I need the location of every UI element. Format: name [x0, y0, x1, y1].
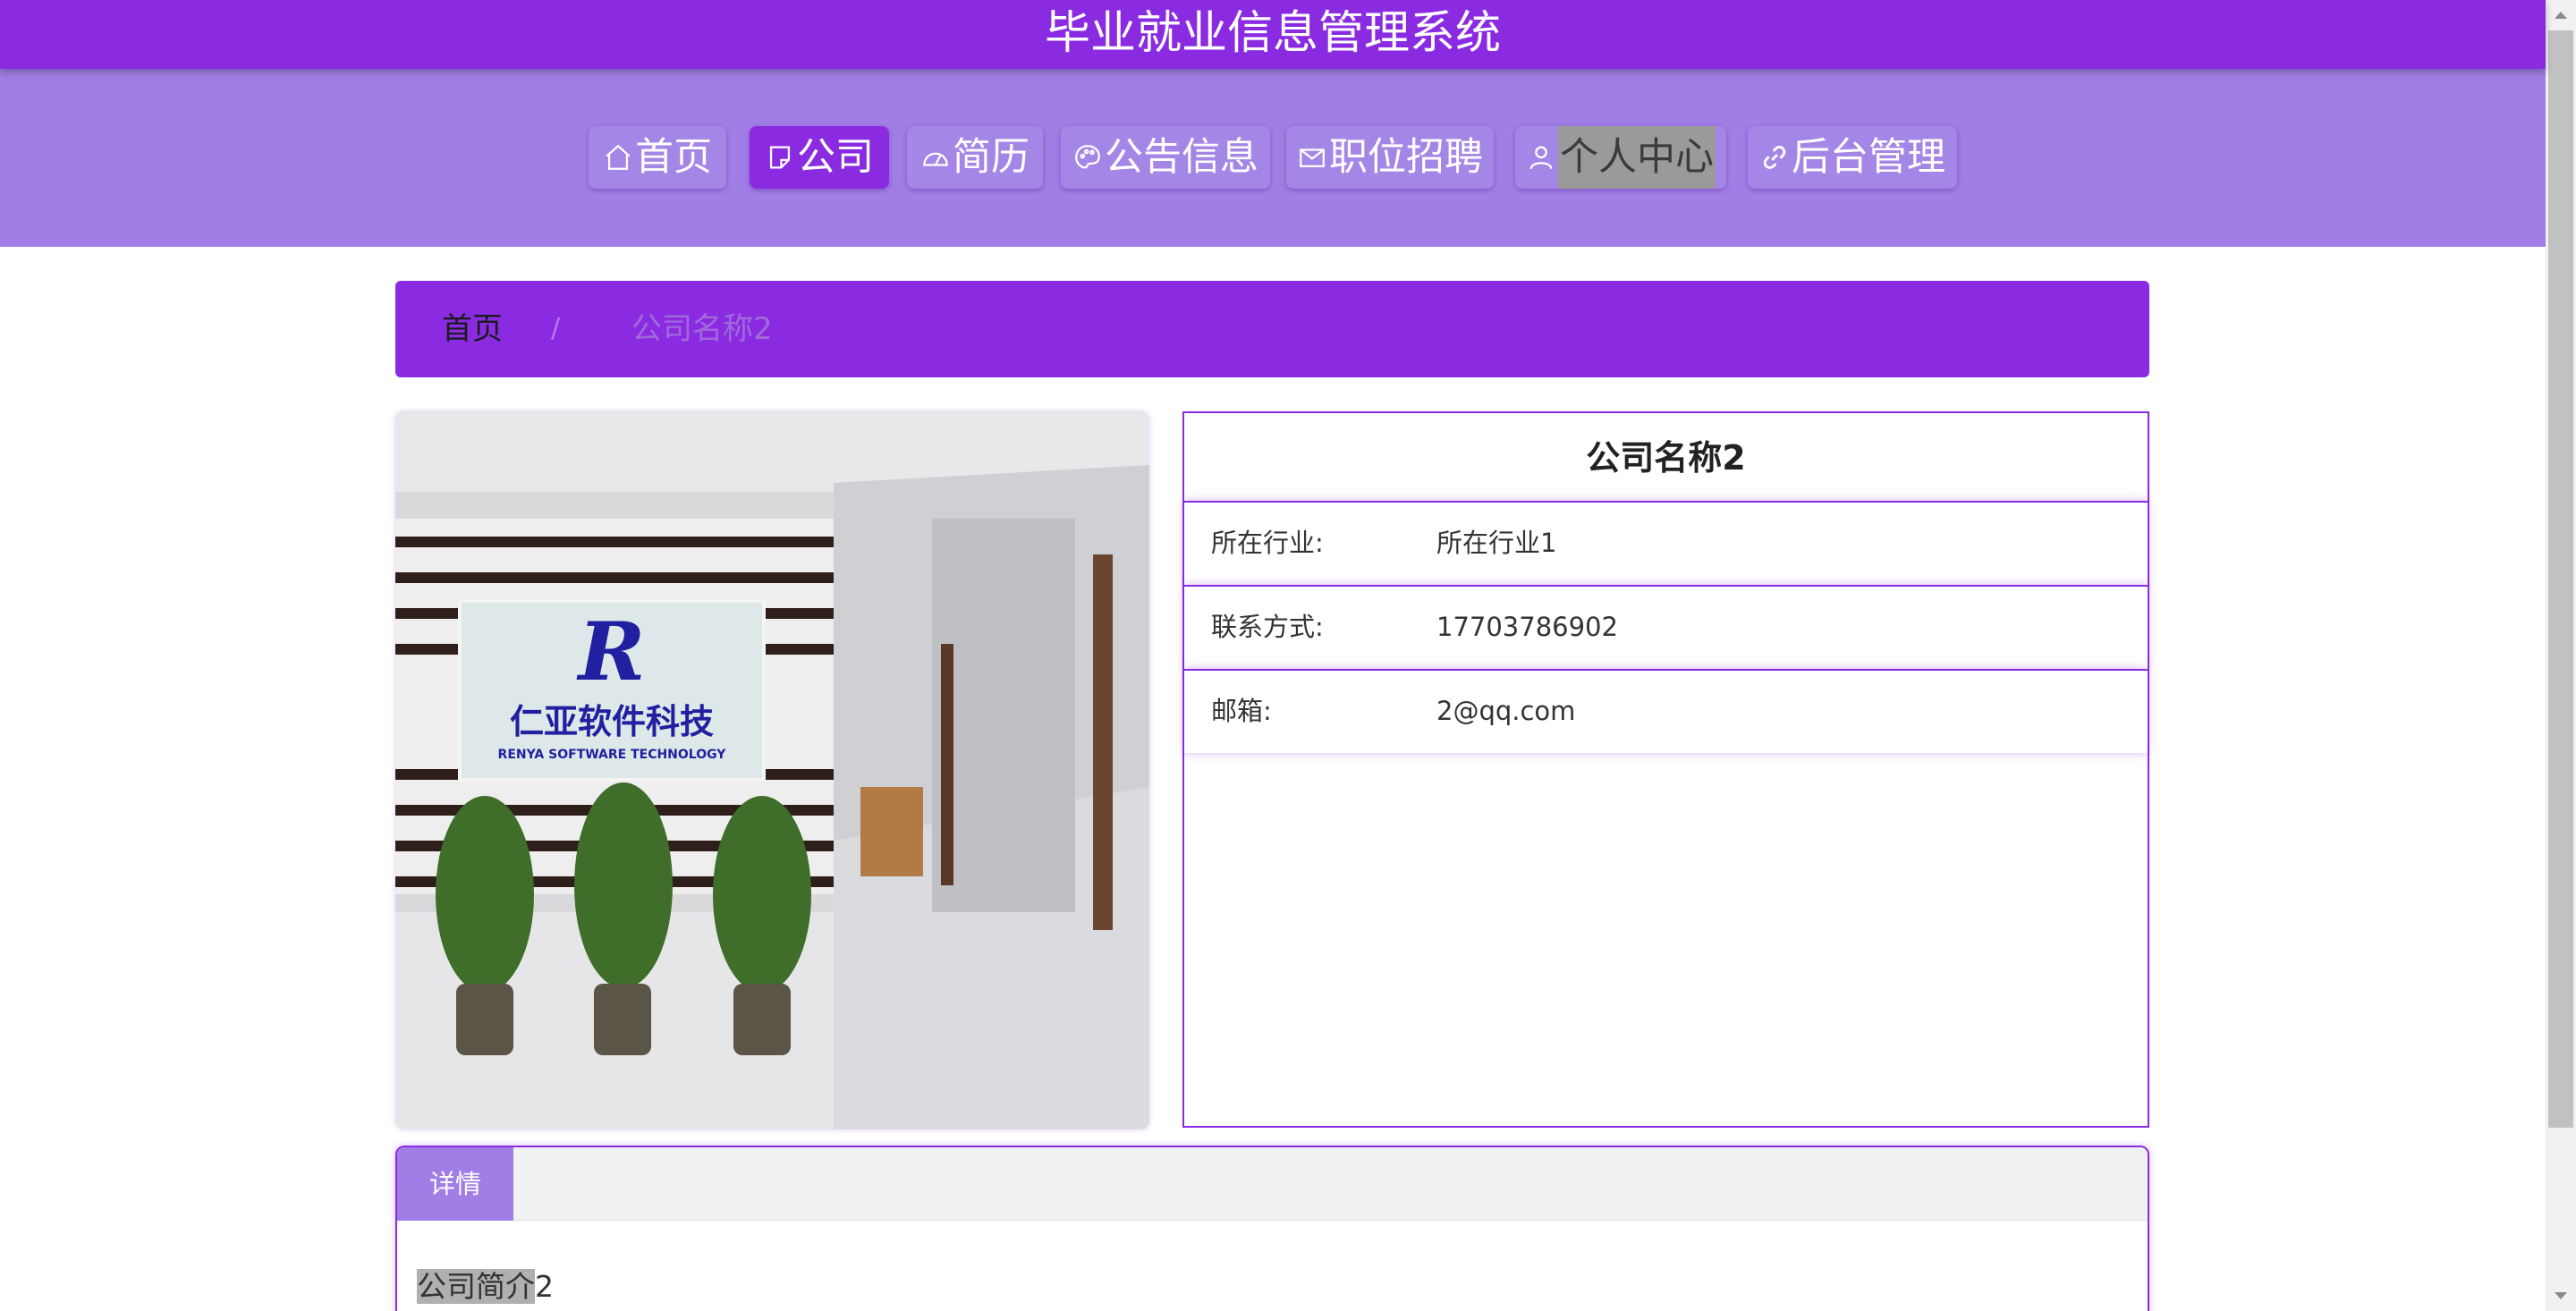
company-intro: 公司简介2 [417, 1269, 554, 1305]
info-value: 2@qq.com [1436, 696, 1576, 726]
scroll-thumb[interactable] [2548, 30, 2573, 1128]
nav-item-profile[interactable]: 个人中心 [1515, 126, 1726, 189]
info-label: 邮箱: [1211, 696, 1272, 726]
breadcrumb: 首页 / 公司名称2 [395, 281, 2149, 377]
breadcrumb-current: 公司名称2 [631, 311, 773, 347]
tab-bar: 详情 [397, 1147, 2148, 1221]
breadcrumb-home-link[interactable]: 首页 [442, 311, 503, 347]
nav-item-resume[interactable]: 简历 [907, 126, 1043, 189]
info-value: 所在行业1 [1436, 528, 1557, 558]
info-row-email: 邮箱: 2@qq.com [1184, 669, 2148, 753]
company-photo: R 仁亚软件科技 RENYA SOFTWARE TECHNOLOGY [395, 411, 1149, 1129]
link-icon [1759, 142, 1790, 173]
info-value: 17703786902 [1436, 612, 1618, 642]
nav-item-home[interactable]: 首页 [589, 126, 726, 189]
nav-item-admin[interactable]: 后台管理 [1748, 126, 1957, 189]
intro-selected-text: 公司简介 [417, 1269, 535, 1304]
home-icon [603, 142, 633, 173]
logo-subtext: RENYA SOFTWARE TECHNOLOGY [498, 748, 727, 762]
company-info-panel: 公司名称2 所在行业: 所在行业1 联系方式: 17703786902 邮箱: … [1182, 411, 2149, 1128]
nav-item-label: 个人中心 [1558, 126, 1716, 189]
document-icon [765, 142, 795, 173]
breadcrumb-separator: / [551, 313, 561, 344]
info-row-contact: 联系方式: 17703786902 [1184, 585, 2148, 669]
company-name: 公司名称2 [1586, 438, 1746, 478]
svg-text:R: R [576, 605, 646, 699]
info-label: 联系方式: [1211, 612, 1324, 642]
details-panel: 详情 公司简介2 [395, 1146, 2149, 1311]
nav-item-label: 简历 [953, 135, 1030, 180]
logo-text: 仁亚软件科技 [510, 702, 714, 741]
nav-item-label: 公司 [797, 135, 874, 180]
nav-item-notices[interactable]: 公告信息 [1061, 126, 1270, 189]
nav-item-company[interactable]: 公司 [750, 126, 889, 189]
nav-item-label: 职位招聘 [1329, 135, 1483, 180]
tab-details[interactable]: 详情 [397, 1147, 513, 1221]
dashboard-icon [920, 142, 951, 173]
nav-item-label: 公告信息 [1105, 135, 1258, 180]
main-nav: 首页 公司 简历 公告信息 职位招聘 个人中心 后台管理 [0, 69, 2546, 247]
user-icon [1526, 142, 1556, 173]
nav-item-jobs[interactable]: 职位招聘 [1286, 126, 1494, 189]
scroll-up-arrow-icon[interactable] [2546, 0, 2576, 30]
info-label: 所在行业: [1211, 528, 1324, 558]
header-bar: 毕业就业信息管理系统 [0, 0, 2546, 69]
info-row-industry: 所在行业: 所在行业1 [1184, 501, 2148, 585]
nav-item-label: 后台管理 [1792, 135, 1945, 180]
intro-text: 2 [535, 1269, 554, 1304]
mail-icon [1297, 142, 1327, 173]
nav-item-label: 首页 [635, 135, 712, 180]
vertical-scrollbar[interactable] [2546, 0, 2576, 1311]
scroll-down-arrow-icon[interactable] [2546, 1281, 2576, 1311]
page-title: 毕业就业信息管理系统 [1044, 7, 1501, 60]
palette-icon [1072, 142, 1103, 173]
